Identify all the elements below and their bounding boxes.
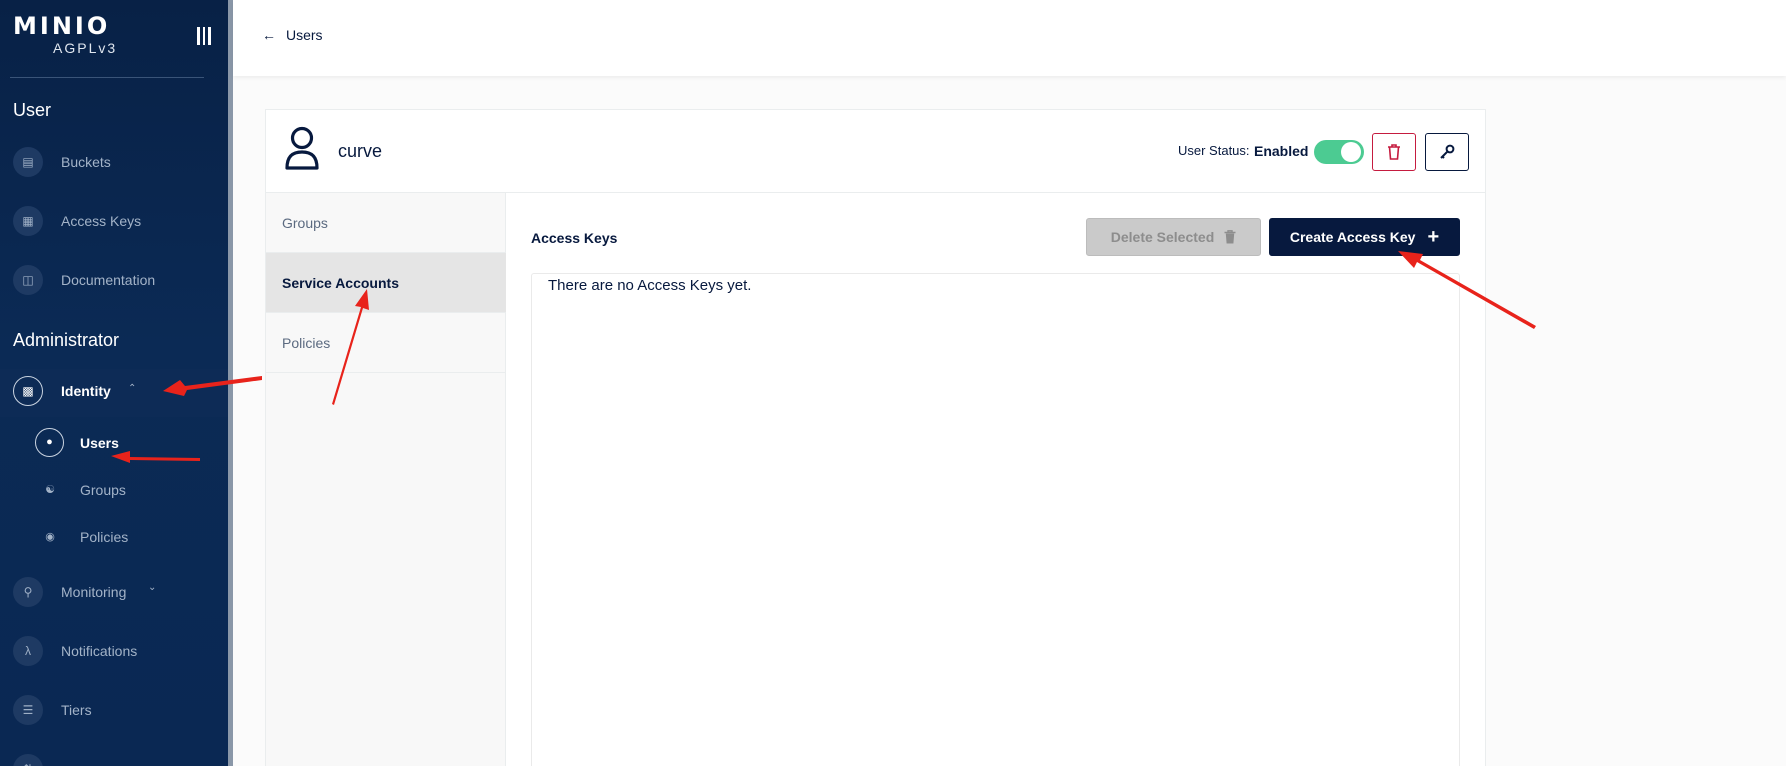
user-name: curve — [338, 141, 383, 161]
user-icon: ● — [35, 428, 64, 457]
chevron-down-icon: ⌄ — [148, 582, 157, 593]
sidebar-item-tiers[interactable]: ☰ Tiers — [0, 688, 228, 732]
user-status-label: User Status: — [1178, 143, 1250, 158]
trash-icon — [1388, 144, 1400, 160]
sidebar-item-label: Identity — [61, 383, 111, 399]
sidebar-item-label: Monitoring — [61, 584, 127, 600]
access-keys-title: Access Keys — [531, 230, 618, 246]
minio-logo: MINIO — [13, 12, 111, 40]
sidebar-item-documentation[interactable]: ◫ Documentation — [0, 258, 228, 302]
create-access-key-label: Create Access Key — [1289, 229, 1416, 245]
access-keys-section: Access Keys Delete Selected Create Acces… — [506, 193, 1485, 766]
tiers-icon: ☰ — [13, 695, 43, 725]
sidebar-item-buckets[interactable]: ▤ Buckets — [0, 140, 228, 184]
documentation-icon: ◫ — [13, 265, 43, 295]
sidebar-edge — [228, 0, 233, 766]
delete-selected-button[interactable]: Delete Selected — [1086, 218, 1261, 256]
tab-service-accounts[interactable]: Service Accounts — [266, 253, 506, 313]
delete-selected-label: Delete Selected — [1110, 229, 1215, 245]
sidebar-item-monitoring[interactable]: ⚲ Monitoring ⌄ — [0, 570, 228, 614]
tab-groups[interactable]: Groups — [266, 193, 506, 253]
sidebar-item-label: Tiers — [61, 702, 92, 718]
user-avatar-icon — [285, 126, 319, 170]
sidebar-item-identity[interactable]: ▩ Identity ⌃ — [0, 369, 228, 413]
collapse-sidebar-icon[interactable] — [197, 27, 211, 45]
user-header: curve User Status: Enabled — [266, 110, 1485, 193]
chevron-up-icon: ⌃ — [128, 383, 137, 394]
sidebar-item-label: Notifications — [61, 643, 138, 659]
groups-icon: ☯ — [45, 484, 55, 496]
monitoring-icon: ⚲ — [13, 577, 43, 607]
user-status-value: Enabled — [1254, 143, 1309, 159]
sidebar-subitem-label: Users — [80, 435, 119, 451]
top-bar: ← Users — [233, 0, 1786, 76]
site-replication-icon: ⇅ — [13, 754, 43, 766]
access-keys-list: There are no Access Keys yet. — [531, 273, 1460, 766]
user-tabs: Groups Service Accounts Policies — [266, 193, 506, 766]
sidebar-item-next[interactable]: ⇅ — [0, 747, 228, 766]
back-link-label: Users — [286, 27, 323, 43]
sidebar-subitem-groups[interactable]: ☯ Groups — [0, 472, 228, 508]
sidebar-item-access-keys[interactable]: ▦ Access Keys — [0, 199, 228, 243]
empty-state-message: There are no Access Keys yet. — [548, 277, 752, 294]
tab-policies[interactable]: Policies — [266, 313, 506, 373]
sidebar-item-label: Access Keys — [61, 213, 142, 229]
user-status-toggle[interactable] — [1314, 140, 1364, 164]
sidebar-item-label: Buckets — [61, 154, 111, 170]
identity-icon: ▩ — [13, 376, 43, 406]
sidebar-subitem-label: Groups — [80, 482, 126, 498]
user-details-panel: curve User Status: Enabled Groups Servic… — [265, 109, 1486, 766]
sidebar-subitem-users[interactable]: ● Users — [0, 425, 228, 461]
trash-icon — [1224, 230, 1236, 244]
sidebar-item-notifications[interactable]: λ Notifications — [0, 629, 228, 673]
tab-label: Policies — [282, 335, 331, 351]
sidebar-subitem-policies[interactable]: ◉ Policies — [0, 519, 228, 555]
section-title-user: User — [13, 100, 52, 120]
policy-icon: ◉ — [45, 531, 55, 543]
access-keys-icon: ▦ — [13, 206, 43, 236]
sidebar-item-label: Documentation — [61, 272, 156, 288]
toggle-knob — [1341, 142, 1361, 162]
plus-icon: + — [1427, 226, 1440, 248]
arrow-left-icon: ← — [262, 27, 276, 43]
sidebar-divider — [10, 77, 204, 78]
change-password-button[interactable] — [1425, 133, 1469, 171]
license-label: AGPLv3 — [53, 40, 118, 56]
create-access-key-button[interactable]: Create Access Key + — [1269, 218, 1460, 256]
tab-label: Service Accounts — [282, 275, 399, 291]
delete-user-button[interactable] — [1372, 133, 1416, 171]
lambda-icon: λ — [13, 636, 43, 666]
bucket-icon: ▤ — [13, 147, 43, 177]
tab-label: Groups — [282, 215, 328, 231]
section-title-administrator: Administrator — [13, 330, 120, 350]
back-to-users-link[interactable]: ← Users — [262, 27, 323, 43]
key-icon — [1440, 144, 1455, 159]
sidebar-subitem-label: Policies — [80, 529, 129, 545]
sidebar: MINIO AGPLv3 User ▤ Buckets ▦ Access Key… — [0, 0, 233, 766]
